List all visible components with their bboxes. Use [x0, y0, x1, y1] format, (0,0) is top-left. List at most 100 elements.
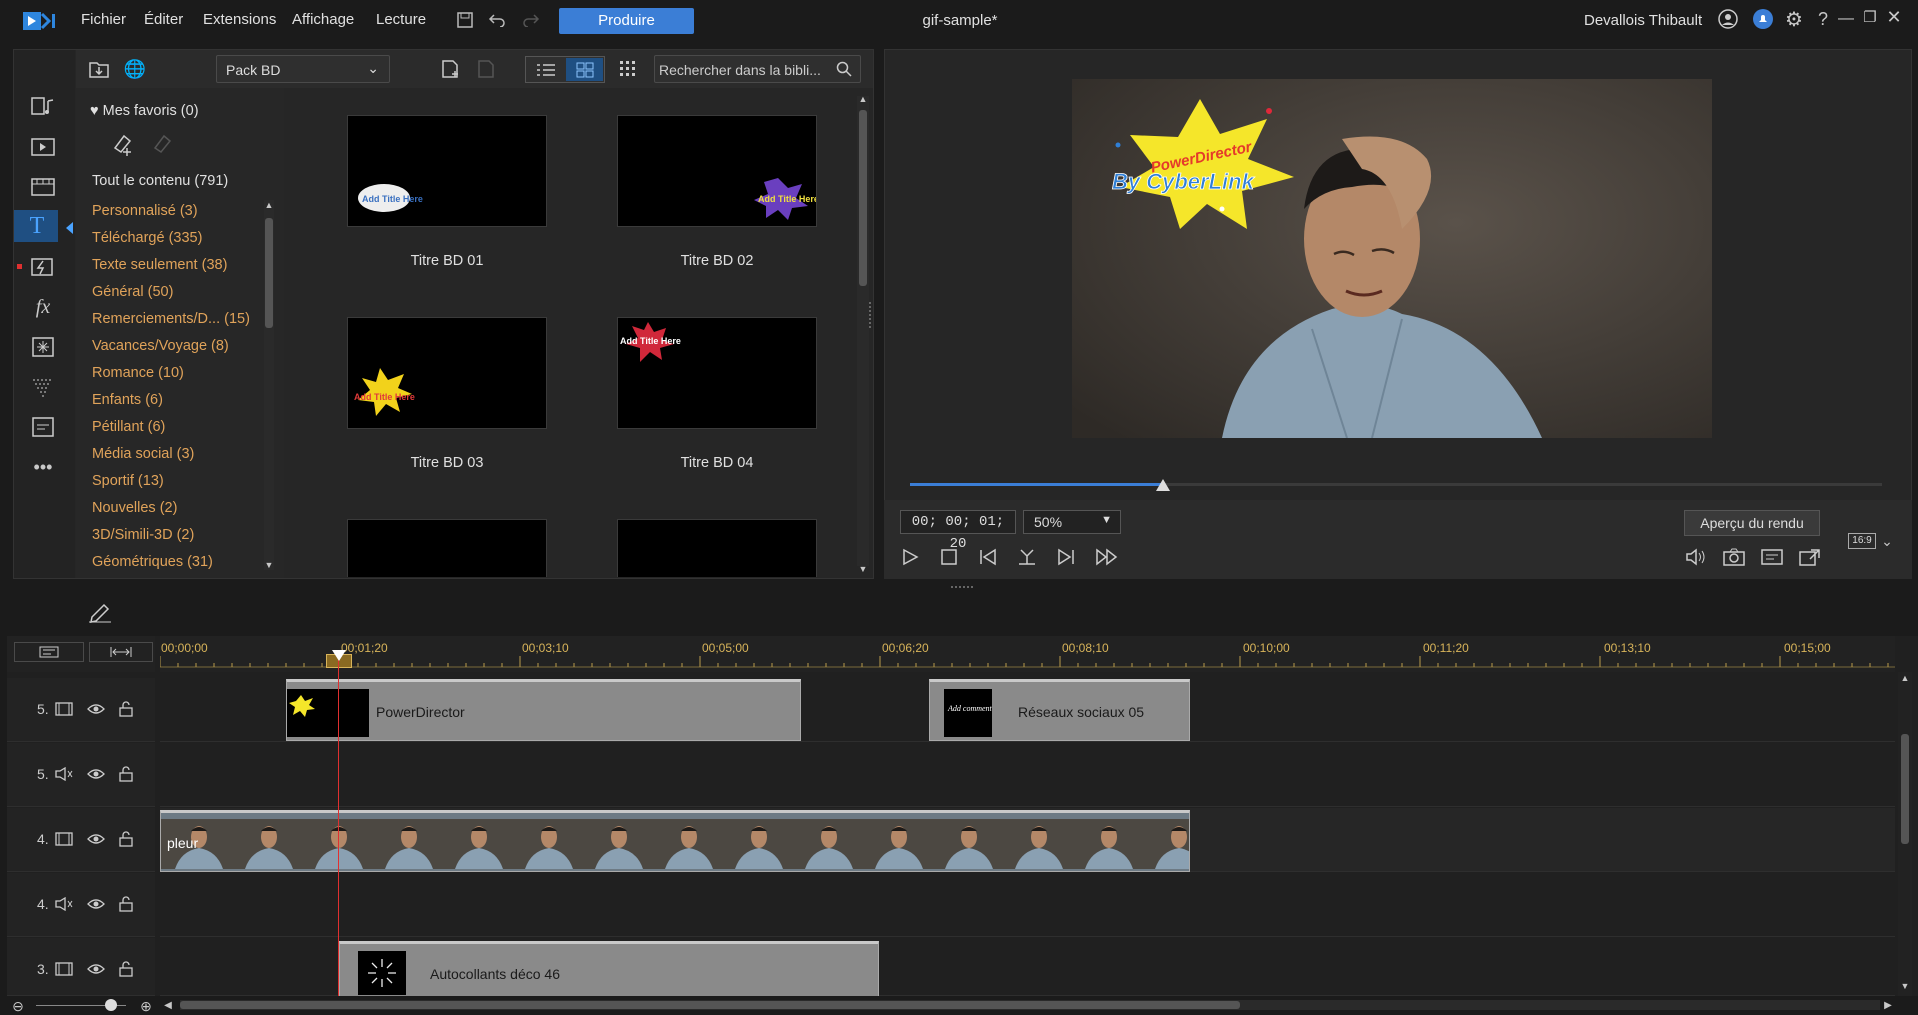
- next-frame-icon[interactable]: [1054, 545, 1078, 569]
- timeline-vscroll-thumb[interactable]: [1901, 734, 1909, 844]
- menu-affichage[interactable]: Affichage: [292, 11, 354, 28]
- notification-icon[interactable]: [1752, 8, 1774, 30]
- grid-view-icon[interactable]: [566, 58, 603, 81]
- lock-icon[interactable]: [115, 958, 137, 980]
- video-clip[interactable]: pleur: [160, 810, 1190, 872]
- category-item[interactable]: Téléchargé (335): [92, 230, 202, 246]
- category-item[interactable]: Romance (10): [92, 365, 184, 381]
- menu-lecture[interactable]: Lecture: [376, 11, 426, 28]
- stop-icon[interactable]: [937, 545, 961, 569]
- timeline-vertical-scrollbar[interactable]: [1898, 672, 1912, 996]
- lock-icon[interactable]: [115, 828, 137, 850]
- menu-editer[interactable]: Éditer: [144, 11, 183, 28]
- category-item[interactable]: Nouvelles (2): [92, 500, 177, 516]
- small-icons-view-icon[interactable]: [616, 58, 640, 80]
- scroll-left-icon[interactable]: ◀: [162, 999, 174, 1011]
- save-icon[interactable]: [455, 10, 475, 30]
- scroll-up-icon[interactable]: ▲: [1898, 672, 1912, 684]
- import-media-icon[interactable]: [86, 57, 112, 81]
- category-item[interactable]: Personnalisé (3): [92, 203, 198, 219]
- produce-button[interactable]: Produire: [559, 8, 694, 34]
- playhead-marker-icon[interactable]: [332, 650, 346, 661]
- title-room-icon[interactable]: T: [22, 212, 52, 240]
- render-preview-button[interactable]: Aperçu du rendu: [1684, 510, 1820, 536]
- grid-scrollbar-thumb[interactable]: [859, 110, 867, 286]
- category-item[interactable]: Vacances/Voyage (8): [92, 338, 229, 354]
- tree-scrollbar-thumb[interactable]: [265, 218, 273, 328]
- visibility-eye-icon[interactable]: [85, 698, 107, 720]
- visibility-eye-icon[interactable]: [85, 828, 107, 850]
- scroll-up-icon[interactable]: ▲: [857, 94, 869, 104]
- transition-room-icon[interactable]: [28, 174, 58, 200]
- menu-extensions[interactable]: Extensions: [203, 11, 276, 28]
- playhead-line[interactable]: [338, 660, 339, 996]
- subtitles-icon[interactable]: [1760, 545, 1784, 569]
- category-item[interactable]: Sportif (13): [92, 473, 164, 489]
- timeline-hscroll-thumb[interactable]: [180, 1001, 1240, 1009]
- library-search-input[interactable]: Rechercher dans la bibli...: [654, 55, 861, 83]
- menu-fichier[interactable]: Fichier: [81, 11, 126, 28]
- sticker-clip[interactable]: Autocollants déco 46: [339, 941, 879, 997]
- particle-room-icon[interactable]: [28, 334, 58, 360]
- undock-preview-icon[interactable]: [1798, 545, 1822, 569]
- user-name[interactable]: Devallois Thibault: [1584, 12, 1702, 29]
- category-item[interactable]: Média social (3): [92, 446, 194, 462]
- title-thumbnail[interactable]: [617, 519, 817, 577]
- panel-resize-handle[interactable]: [869, 302, 873, 328]
- more-rooms-icon[interactable]: •••: [28, 454, 58, 480]
- lock-icon[interactable]: [115, 763, 137, 785]
- category-item[interactable]: Géométriques (31): [92, 554, 213, 570]
- zoom-slider-handle[interactable]: [105, 999, 117, 1011]
- restore-icon[interactable]: ❐: [1860, 6, 1880, 28]
- close-icon[interactable]: ✕: [1884, 6, 1904, 28]
- category-item[interactable]: Pétillant (6): [92, 419, 165, 435]
- category-item[interactable]: Général (50): [92, 284, 173, 300]
- fx-room-icon[interactable]: fx: [28, 294, 58, 320]
- list-view-icon[interactable]: [528, 58, 564, 81]
- title-thumbnail[interactable]: Add Title Here: [347, 115, 547, 227]
- scroll-up-icon[interactable]: ▲: [263, 200, 275, 210]
- all-content-item[interactable]: Tout le contenu (791): [92, 173, 228, 189]
- lock-icon[interactable]: [115, 698, 137, 720]
- visibility-eye-icon[interactable]: [85, 958, 107, 980]
- visibility-eye-icon[interactable]: [85, 893, 107, 915]
- title-clip[interactable]: Add comment share Réseaux sociaux 05: [929, 679, 1190, 741]
- add-title-icon[interactable]: [438, 57, 464, 81]
- tree-scrollbar[interactable]: [264, 200, 274, 570]
- volume-icon[interactable]: [1684, 545, 1708, 569]
- video-room-icon[interactable]: [28, 134, 58, 160]
- title-thumbnail[interactable]: Add Title Here: [347, 317, 547, 429]
- favorites-item[interactable]: ♥ Mes favoris (0): [90, 103, 199, 119]
- modify-title-icon[interactable]: [474, 57, 500, 81]
- zoom-in-icon[interactable]: ⊕: [138, 998, 154, 1014]
- category-item[interactable]: Texte seulement (38): [92, 257, 227, 273]
- minimize-icon[interactable]: —: [1836, 8, 1856, 30]
- grid-scrollbar[interactable]: [857, 96, 869, 566]
- subtitle-room-icon[interactable]: [28, 414, 58, 440]
- scroll-down-icon[interactable]: ▼: [1898, 980, 1912, 992]
- preview-progress-track[interactable]: [910, 483, 1882, 486]
- play-icon[interactable]: [898, 545, 922, 569]
- fit-timeline-icon[interactable]: [89, 642, 153, 662]
- search-icon[interactable]: [833, 58, 855, 80]
- app-logo-icon[interactable]: [22, 9, 58, 33]
- fast-forward-icon[interactable]: [1093, 545, 1121, 569]
- remove-tag-icon[interactable]: [148, 130, 176, 158]
- visibility-eye-icon[interactable]: [85, 763, 107, 785]
- title-thumbnail[interactable]: Add Title Here: [617, 115, 819, 227]
- scroll-right-icon[interactable]: ▶: [1882, 999, 1894, 1011]
- split-icon[interactable]: [1015, 545, 1039, 569]
- category-item[interactable]: Remerciements/D... (15): [92, 311, 250, 327]
- title-thumbnail[interactable]: [347, 519, 547, 577]
- track-manager-icon[interactable]: [14, 642, 84, 662]
- settings-gear-icon[interactable]: ⚙: [1783, 8, 1805, 31]
- panel-resize-handle-horizontal[interactable]: [951, 586, 973, 590]
- pip-room-icon[interactable]: [28, 254, 58, 280]
- add-tag-icon[interactable]: [108, 130, 136, 158]
- redo-icon[interactable]: [521, 10, 541, 30]
- previous-frame-icon[interactable]: [976, 545, 1000, 569]
- lock-icon[interactable]: [115, 893, 137, 915]
- aspect-ratio-button[interactable]: 16:9: [1848, 533, 1876, 549]
- category-item[interactable]: Enfants (6): [92, 392, 163, 408]
- timecode-display[interactable]: 00; 00; 01; 20: [900, 510, 1016, 552]
